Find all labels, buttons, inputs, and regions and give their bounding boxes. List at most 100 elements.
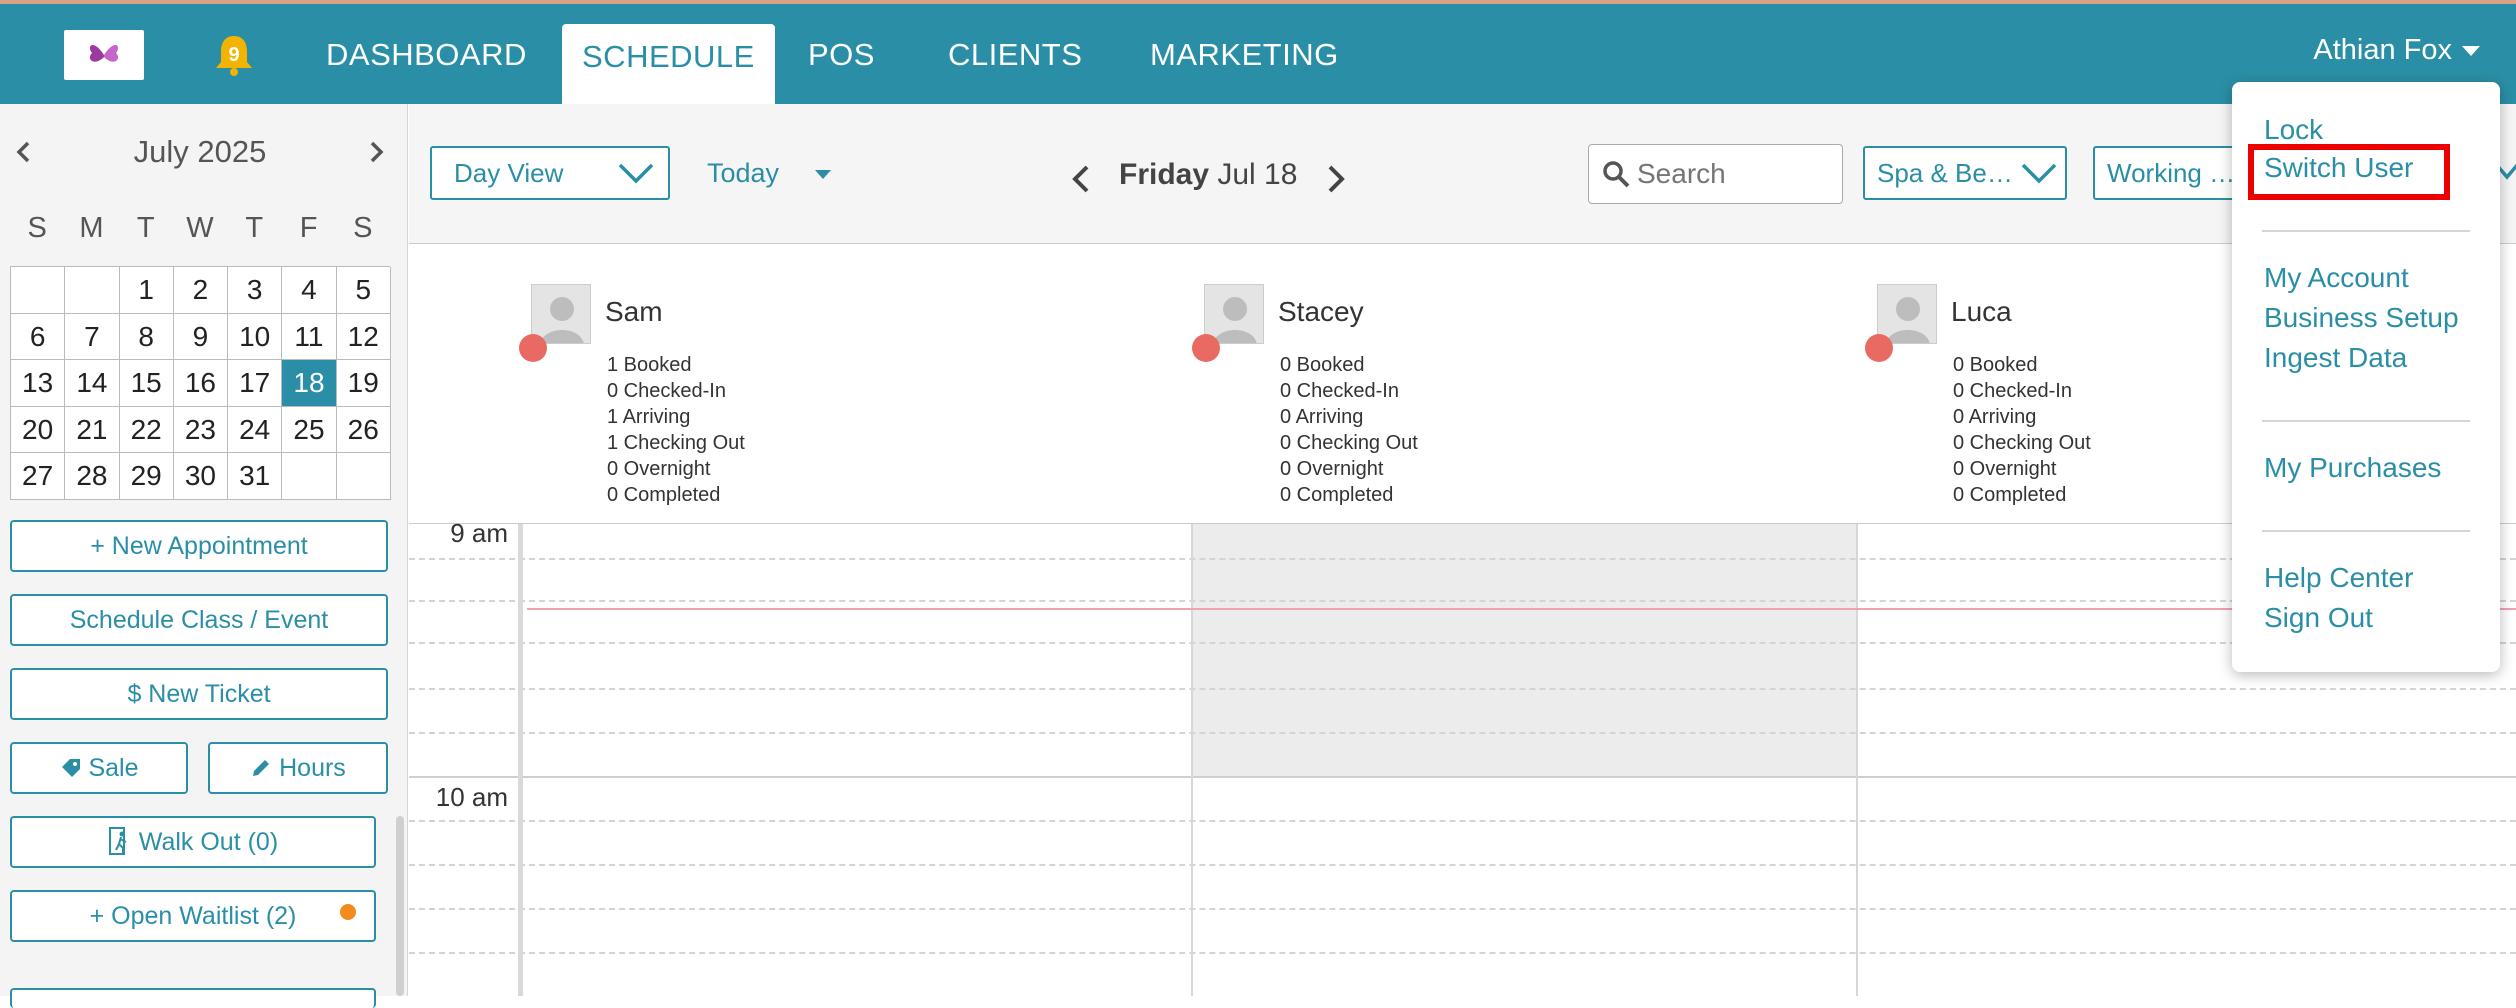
time-column: 9 am 10 am [409,518,523,996]
calendar-day[interactable]: 26 [336,406,391,453]
nav-dashboard[interactable]: DASHBOARD [306,22,547,104]
calendar-day[interactable]: 7 [65,313,120,360]
calendar-day[interactable]: 11 [282,313,337,360]
calendar-day[interactable]: 25 [282,406,337,453]
help-center-menu-item[interactable]: Help Center [2264,562,2413,594]
business-setup-menu-item[interactable]: Business Setup [2264,302,2459,334]
calendar-day[interactable]: 19 [336,360,391,407]
sign-out-menu-item[interactable]: Sign Out [2264,602,2373,634]
view-select-value: Day View [454,158,564,188]
search-input[interactable] [1635,153,1835,195]
menu-divider [2262,420,2470,422]
calendar-empty-cell [65,267,120,314]
nav-clients[interactable]: CLIENTS [928,22,1102,104]
staff-column-header[interactable]: Stacey 0 Booked 0 Checked-In 0 Arriving … [1192,264,1604,506]
checking-out-count: 1 Checking Out [607,432,745,454]
calendar-day[interactable]: 28 [65,453,120,500]
status-indicator [1865,334,1893,362]
booked-count: 0 Booked [1953,354,2038,376]
calendar-day[interactable]: 8 [119,313,174,360]
sale-button[interactable]: Sale [10,742,188,794]
walk-out-label: Walk Out (0) [138,828,279,856]
calendar-day[interactable]: 31 [228,453,283,500]
calendar-day[interactable]: 18 [282,360,337,407]
calendar-day[interactable]: 27 [11,453,66,500]
status-indicator [519,334,547,362]
chevron-left-icon[interactable] [1069,164,1093,194]
my-purchases-menu-item[interactable]: My Purchases [2264,452,2441,484]
open-waitlist-label: + Open Waitlist (2) [89,902,297,930]
walk-out-button[interactable]: Walk Out (0) [10,816,376,868]
nav-schedule[interactable]: SCHEDULE [562,24,775,106]
calendar-day[interactable]: 5 [336,267,391,314]
chevron-right-icon[interactable] [364,140,388,164]
sidebar-scrollbar[interactable] [396,816,404,996]
status-indicator [1192,334,1220,362]
nav-pos[interactable]: POS [788,22,895,104]
schedule-grid[interactable]: 9 am 10 am [409,518,2516,996]
staff-schedule-column[interactable] [1193,524,1858,996]
schedule-class-button[interactable]: Schedule Class / Event [10,594,388,646]
calendar-day[interactable]: 29 [119,453,174,500]
calendar-day[interactable]: 21 [65,406,120,453]
calendar-month-label: July 2025 [133,134,267,169]
calendar-day[interactable]: 12 [336,313,391,360]
calendar-day[interactable]: 2 [173,267,229,314]
butterfly-logo-icon [89,44,119,62]
my-account-menu-item[interactable]: My Account [2264,262,2409,294]
calendar-day[interactable]: 22 [119,406,174,453]
calendar-empty-cell [11,267,66,314]
calendar-day[interactable]: 23 [173,406,229,453]
caret-down-icon [815,170,832,180]
completed-count: 0 Completed [1280,484,1394,506]
sale-label: Sale [88,754,139,782]
calendar-day[interactable]: 30 [173,453,229,500]
calendar-day[interactable]: 3 [228,267,283,314]
staff-column-header[interactable]: Luca 0 Booked 0 Checked-In 0 Arriving 0 … [1865,264,2277,506]
staff-schedule-column[interactable] [528,524,1193,996]
schedule-toolbar: Day View Today Friday Jul 18 Spa & Be… W… [409,104,2516,244]
calendar-day[interactable]: 9 [173,313,229,360]
highlight-box [2248,144,2450,200]
overnight-count: 0 Overnight [1953,458,2057,480]
weekday-label: M [79,212,104,244]
weekday-label: T [136,212,155,244]
ingest-data-menu-item[interactable]: Ingest Data [2264,342,2407,374]
caret-down-icon [2462,46,2480,57]
hours-button[interactable]: Hours [208,742,388,794]
open-waitlist-button[interactable]: + Open Waitlist (2) [10,890,376,942]
arriving-count: 1 Arriving [607,406,691,428]
calendar-day[interactable]: 13 [11,360,66,407]
walk-out-icon [108,827,127,855]
view-select[interactable]: Day View [430,146,670,200]
business-logo[interactable] [64,30,144,80]
notifications-bell[interactable]: 9 [212,32,256,78]
user-menu-toggle[interactable]: Athian Fox [2313,34,2480,67]
search-box [1588,144,1843,204]
today-dropdown[interactable]: Today [707,158,832,189]
calendar-day[interactable]: 17 [228,360,283,407]
person-silhouette-icon [1213,297,1257,343]
calendar-day[interactable]: 14 [65,360,120,407]
staff-name: Stacey [1278,296,1364,327]
calendar-day[interactable]: 15 [119,360,174,407]
calendar-day[interactable]: 1 [119,267,174,314]
staff-header-row: Sam 1 Booked 0 Checked-In 1 Arriving 1 C… [409,244,2516,524]
location-select[interactable]: Spa & Be… [1863,146,2067,200]
calendar-day[interactable]: 20 [11,406,66,453]
calendar-day[interactable]: 4 [282,267,337,314]
staff-column-header[interactable]: Sam 1 Booked 0 Checked-In 1 Arriving 1 C… [519,264,931,506]
calendar-day[interactable]: 16 [173,360,229,407]
calendar-day[interactable]: 6 [11,313,66,360]
new-appointment-button[interactable]: + New Appointment [10,520,388,572]
nav-marketing[interactable]: MARKETING [1130,22,1359,104]
lock-menu-item[interactable]: Lock [2264,114,2323,146]
additional-action-button[interactable] [10,988,376,1008]
chevron-right-icon[interactable] [1324,164,1348,194]
calendar-day[interactable]: 10 [228,313,283,360]
notification-count: 9 [228,44,240,66]
menu-divider [2262,230,2470,232]
calendar-day[interactable]: 24 [228,406,283,453]
new-ticket-button[interactable]: $ New Ticket [10,668,388,720]
calendar-empty-cell [282,453,337,500]
